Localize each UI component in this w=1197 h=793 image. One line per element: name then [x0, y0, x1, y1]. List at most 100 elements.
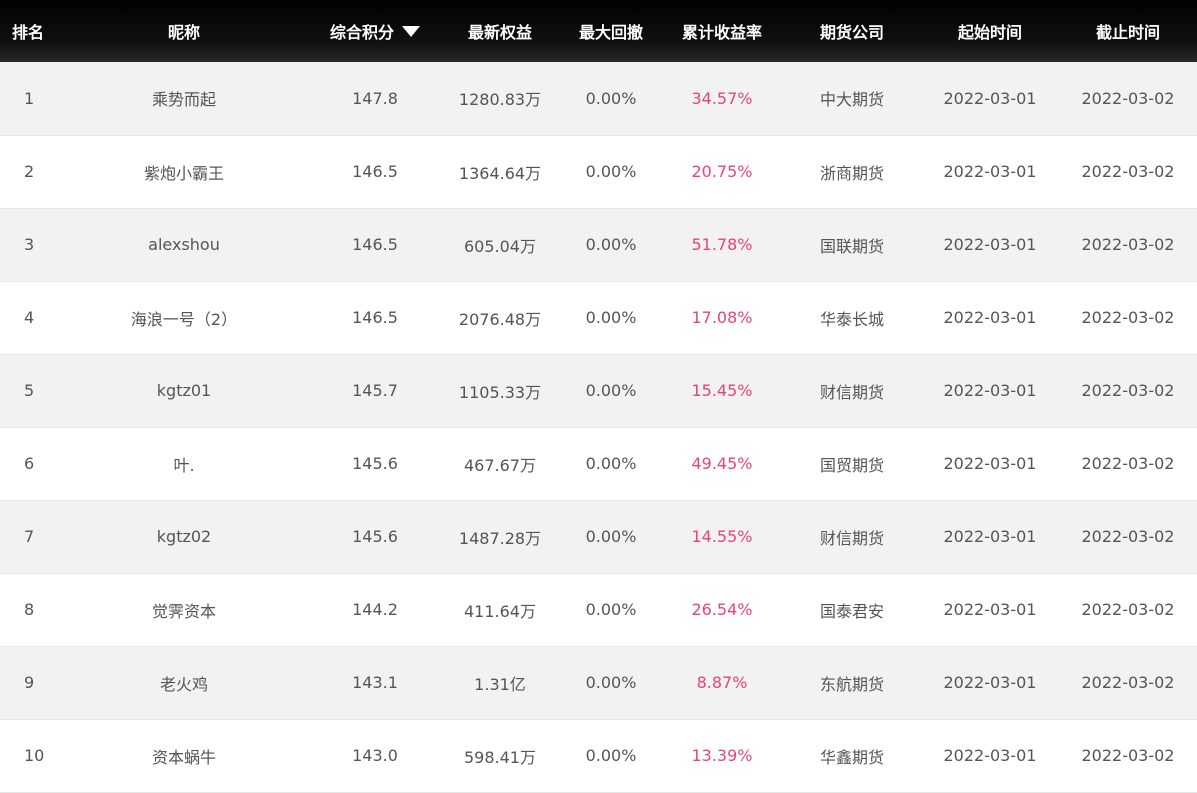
ranking-table: 排名 昵称 综合积分 最新权益 最大回撤 累计收益率 期货公司 起始时间 截止时… [0, 0, 1197, 793]
cell-max-drawdown: 0.00% [585, 381, 637, 400]
cell-equity: 1105.33万 [458, 382, 542, 402]
cell-rank: 9 [24, 673, 35, 692]
cell-rank: 7 [24, 527, 35, 546]
cell-equity: 1487.28万 [458, 528, 542, 548]
header-nickname[interactable]: 昵称 [57, 0, 311, 62]
cell-start-time: 2022-03-01 [943, 454, 1037, 473]
cell-max-drawdown: 0.00% [585, 527, 637, 546]
cell-cum-return: 14.55% [691, 527, 753, 546]
cell-end-time: 2022-03-02 [1081, 308, 1175, 327]
cell-company: 财信期货 [819, 382, 884, 402]
table-row[interactable]: 4 海浪一号（2） 146.5 2076.48万 0.00% 17.08% 华泰长城 2022… [0, 281, 1197, 354]
table-body: 1 乘势而起 147.8 1280.83万 0.00% 34.57% 中大期货 2022-03… [0, 62, 1197, 792]
table-row[interactable]: 2 紫炮小霸王 146.5 1364.64万 0.00% 20.75% 浙商期货 2022-0… [0, 135, 1197, 208]
cell-rank: 3 [24, 235, 35, 254]
header-max-drawdown[interactable]: 最大回撤 [561, 0, 661, 62]
cell-cum-return: 34.57% [691, 88, 753, 108]
cell-cum-return: 20.75% [691, 162, 753, 181]
cell-nickname[interactable]: 老火鸡 [57, 646, 311, 719]
triangle-down-icon [402, 26, 420, 37]
cell-end-time: 2022-03-02 [1081, 381, 1175, 400]
cell-equity: 411.64万 [464, 601, 536, 621]
header-equity[interactable]: 最新权益 [439, 0, 561, 62]
cell-end-time: 2022-03-02 [1081, 600, 1175, 619]
cell-cum-return: 17.08% [691, 308, 753, 327]
cell-score: 145.7 [352, 381, 398, 400]
cell-cum-return: 15.45% [691, 381, 753, 400]
cell-start-time: 2022-03-01 [943, 381, 1037, 400]
header-rank[interactable]: 排名 [0, 0, 57, 62]
cell-rank: 6 [24, 454, 35, 473]
table-header: 排名 昵称 综合积分 最新权益 最大回撤 累计收益率 期货公司 起始时间 截止时… [0, 0, 1197, 62]
table-row[interactable]: 6 叶. 145.6 467.67万 0.00% 49.45% 国贸期货 2022-03-01… [0, 427, 1197, 500]
cell-company: 华泰长城 [819, 309, 884, 329]
cell-nickname[interactable]: 紫炮小霸王 [57, 135, 311, 208]
cell-start-time: 2022-03-01 [943, 235, 1037, 254]
table-row[interactable]: 8 觉霁资本 144.2 411.64万 0.00% 26.54% 国泰君安 2022-03-… [0, 573, 1197, 646]
cell-score: 144.2 [352, 600, 398, 619]
cell-nickname[interactable]: 叶. [57, 427, 311, 500]
cell-start-time: 2022-03-01 [943, 88, 1037, 108]
cell-company: 财信期货 [819, 528, 884, 548]
cell-max-drawdown: 0.00% [585, 600, 637, 619]
cell-score: 143.1 [352, 673, 398, 692]
cell-start-time: 2022-03-01 [943, 308, 1037, 327]
cell-company: 华鑫期货 [819, 747, 884, 767]
cell-end-time: 2022-03-02 [1081, 162, 1175, 181]
cell-end-time: 2022-03-02 [1081, 88, 1175, 108]
cell-cum-return: 26.54% [691, 600, 753, 619]
cell-equity: 1280.83万 [458, 90, 542, 110]
cell-nickname[interactable]: kgtz01 [57, 354, 311, 427]
cell-score: 145.6 [352, 527, 398, 546]
header-row: 排名 昵称 综合积分 最新权益 最大回撤 累计收益率 期货公司 起始时间 截止时… [0, 0, 1197, 62]
cell-rank: 8 [24, 600, 35, 619]
cell-equity: 598.41万 [464, 747, 536, 767]
table-row[interactable]: 9 老火鸡 143.1 1.31亿 0.00% 8.87% 东航期货 2022-03-01 20… [0, 646, 1197, 719]
cell-rank: 10 [24, 746, 45, 765]
cell-cum-return: 49.45% [691, 454, 753, 473]
table-row[interactable]: 3 alexshou 146.5 605.04万 0.00% 51.78% 国联期货 2022… [0, 208, 1197, 281]
cell-company: 东航期货 [819, 674, 884, 694]
header-end-time[interactable]: 截止时间 [1059, 0, 1197, 62]
cell-nickname[interactable]: 资本蜗牛 [57, 719, 311, 792]
table-row[interactable]: 7 kgtz02 145.6 1487.28万 0.00% 14.55% 财信期货 2022-… [0, 500, 1197, 573]
cell-max-drawdown: 0.00% [585, 235, 637, 254]
cell-rank: 5 [24, 381, 35, 400]
cell-start-time: 2022-03-01 [943, 527, 1037, 546]
cell-max-drawdown: 0.00% [585, 746, 637, 765]
header-start-time[interactable]: 起始时间 [921, 0, 1059, 62]
header-score-label: 综合积分 [329, 23, 394, 42]
header-company[interactable]: 期货公司 [783, 0, 921, 62]
header-cum-return[interactable]: 累计收益率 [661, 0, 783, 62]
cell-company: 浙商期货 [819, 163, 884, 183]
cell-nickname[interactable]: 觉霁资本 [57, 573, 311, 646]
table-row[interactable]: 5 kgtz01 145.7 1105.33万 0.00% 15.45% 财信期货 2022-… [0, 354, 1197, 427]
cell-max-drawdown: 0.00% [585, 454, 637, 473]
cell-rank: 2 [24, 162, 35, 181]
cell-nickname[interactable]: alexshou [57, 208, 311, 281]
cell-score: 146.5 [352, 235, 398, 254]
cell-cum-return: 13.39% [691, 746, 753, 765]
cell-nickname[interactable]: kgtz02 [57, 500, 311, 573]
cell-start-time: 2022-03-01 [943, 746, 1037, 765]
cell-equity: 605.04万 [464, 236, 536, 256]
table-row[interactable]: 10 资本蜗牛 143.0 598.41万 0.00% 13.39% 华鑫期货 2022-03… [0, 719, 1197, 792]
header-score-sort[interactable]: 综合积分 [311, 0, 439, 62]
cell-score: 146.5 [352, 162, 398, 181]
cell-equity: 1364.64万 [458, 163, 542, 183]
cell-cum-return: 51.78% [691, 235, 753, 254]
cell-end-time: 2022-03-02 [1081, 673, 1175, 692]
cell-nickname[interactable]: 海浪一号（2） [57, 281, 311, 354]
cell-max-drawdown: 0.00% [585, 673, 637, 692]
cell-cum-return: 8.87% [696, 673, 748, 692]
cell-score: 146.5 [352, 308, 398, 327]
cell-max-drawdown: 0.00% [585, 162, 637, 181]
cell-company: 国贸期货 [819, 455, 884, 475]
cell-end-time: 2022-03-02 [1081, 746, 1175, 765]
cell-company: 国联期货 [819, 236, 884, 256]
cell-equity: 2076.48万 [458, 309, 542, 329]
table-row[interactable]: 1 乘势而起 147.8 1280.83万 0.00% 34.57% 中大期货 2022-03… [0, 62, 1197, 135]
cell-nickname[interactable]: 乘势而起 [57, 62, 311, 135]
cell-start-time: 2022-03-01 [943, 162, 1037, 181]
cell-company: 国泰君安 [819, 601, 884, 621]
